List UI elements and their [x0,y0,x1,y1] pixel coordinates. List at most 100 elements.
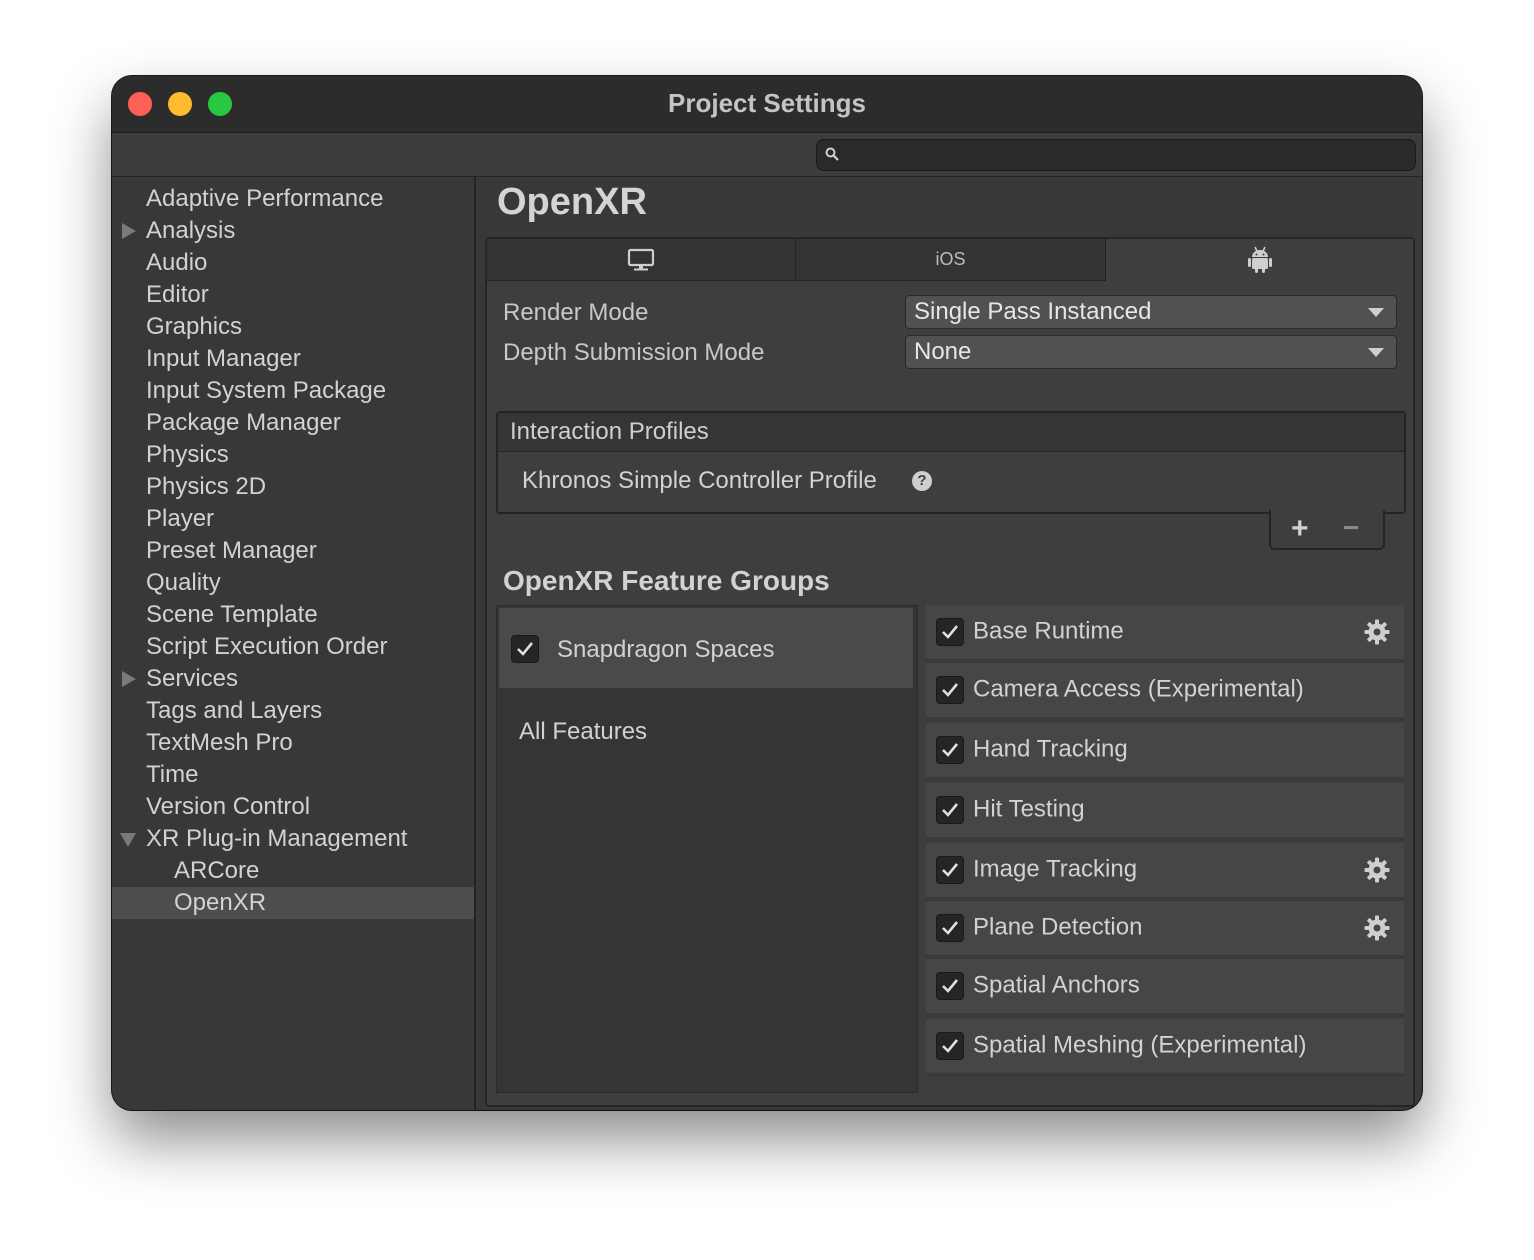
checkmark-icon [942,803,959,817]
checkbox[interactable] [511,635,539,663]
depth-submission-label: Depth Submission Mode [503,339,765,366]
sidebar-item-label: Quality [146,569,221,596]
sidebar-item-adaptive-performance[interactable]: Adaptive Performance [112,183,474,215]
sidebar-item-quality[interactable]: Quality [112,567,474,599]
platform-panel: iOS Render Mode Single Pass Instanced De… [485,237,1415,1107]
feature-label: Camera Access (Experimental) [973,675,1304,703]
sidebar-item-physics[interactable]: Physics [112,439,474,471]
feature-hit-testing: Hit Testing [926,783,1404,841]
sidebar-item-input-manager[interactable]: Input Manager [112,343,474,375]
feature-hand-tracking: Hand Tracking [926,723,1404,781]
sidebar-item-label: Graphics [146,313,243,340]
sidebar-item-scene-template[interactable]: Scene Template [112,599,474,631]
settings-sidebar: Adaptive Performance Analysis Audio Editor G… [112,177,476,1110]
interaction-profiles-list: Interaction Profiles Khronos Simple Cont… [496,411,1406,514]
sidebar-item-package-manager[interactable]: Package Manager [112,407,474,439]
sidebar-item-label: ARCore [174,857,260,884]
depth-submission-dropdown[interactable]: None [905,335,1397,369]
gear-icon[interactable] [1364,857,1390,883]
sidebar-item-textmesh-pro[interactable]: TextMesh Pro [112,727,474,759]
checkbox[interactable] [936,972,964,1000]
gear-icon[interactable] [1364,915,1390,941]
sidebar-item-label: Preset Manager [146,537,317,564]
sidebar-item-label: Version Control [146,793,311,820]
feature-label: Image Tracking [973,855,1138,883]
feature-groups-title: OpenXR Feature Groups [503,565,830,596]
sidebar-item-label: Physics [146,441,229,468]
interaction-profiles-title: Interaction Profiles [510,418,709,445]
search-input[interactable] [816,139,1416,171]
checkbox[interactable] [936,618,964,646]
sidebar-item-openxr[interactable]: OpenXR [112,887,474,919]
sidebar-item-label: Audio [146,249,208,276]
checkbox[interactable] [936,736,964,764]
sidebar-item-player[interactable]: Player [112,503,474,535]
android-icon [1247,246,1272,273]
feature-group-all-features[interactable]: All Features [499,690,913,750]
feature-groups-list: Snapdragon Spaces All Features [496,605,918,1093]
feature-spatial-anchors: Spatial Anchors [926,959,1404,1017]
main-content: OpenXR iOS Render Mode Single Pass Insta… [476,177,1422,1110]
window-title: Project Settings [668,88,866,118]
remove-profile-button[interactable]: − [1343,512,1359,544]
sidebar-item-version-control[interactable]: Version Control [112,791,474,823]
checkbox[interactable] [936,796,964,824]
sidebar-item-graphics[interactable]: Graphics [112,311,474,343]
feature-label: Spatial Meshing (Experimental) [973,1031,1307,1059]
sidebar-item-services[interactable]: Services [112,663,474,695]
feature-group-label: Snapdragon Spaces [557,636,775,663]
list-item[interactable]: Khronos Simple Controller Profile [522,467,877,495]
sidebar-item-preset-manager[interactable]: Preset Manager [112,535,474,567]
sidebar-item-physics-2d[interactable]: Physics 2D [112,471,474,503]
sidebar-item-label: Analysis [146,217,236,244]
expand-arrow-right-icon[interactable] [122,223,136,239]
sidebar-item-label: Tags and Layers [146,697,323,724]
add-profile-button[interactable]: + [1291,512,1309,546]
checkmark-icon [942,625,959,639]
gear-icon[interactable] [1364,619,1390,645]
sidebar-item-label: Script Execution Order [146,633,388,660]
sidebar-item-arcore[interactable]: ARCore [112,855,474,887]
feature-image-tracking: Image Tracking [926,843,1404,901]
depth-submission-value: None [914,338,972,365]
tab-ios-label: iOS [935,249,966,269]
feature-label: Base Runtime [973,617,1124,645]
checkmark-icon [942,863,959,877]
sidebar-item-label: Physics 2D [146,473,267,500]
feature-label: Spatial Anchors [973,971,1140,999]
checkmark-icon [942,683,959,697]
feature-group-snapdragon-spaces[interactable]: Snapdragon Spaces [499,608,913,688]
tab-ios[interactable]: iOS [796,239,1106,281]
tab-standalone[interactable] [487,239,796,281]
checkmark-icon [942,1039,959,1053]
feature-spatial-meshing-experimental: Spatial Meshing (Experimental) [926,1019,1404,1077]
expand-arrow-down-icon[interactable] [120,833,136,847]
sidebar-item-label: Editor [146,281,209,308]
expand-arrow-right-icon[interactable] [122,671,136,687]
sidebar-item-analysis[interactable]: Analysis [112,215,474,247]
sidebar-item-time[interactable]: Time [112,759,474,791]
checkbox[interactable] [936,914,964,942]
render-mode-label: Render Mode [503,299,649,326]
checkbox[interactable] [936,676,964,704]
checkbox[interactable] [936,856,964,884]
checkmark-icon [517,642,534,656]
sidebar-item-editor[interactable]: Editor [112,279,474,311]
sidebar-item-script-execution-order[interactable]: Script Execution Order [112,631,474,663]
list-add-remove: + − [1269,510,1385,550]
sidebar-item-label: Scene Template [146,601,318,628]
chevron-down-icon [1368,308,1384,317]
sidebar-item-audio[interactable]: Audio [112,247,474,279]
render-mode-dropdown[interactable]: Single Pass Instanced [905,295,1397,329]
sidebar-item-input-system-package[interactable]: Input System Package [112,375,474,407]
checkmark-icon [942,921,959,935]
titlebar: Project Settings [112,76,1422,133]
feature-label: Hand Tracking [973,735,1128,763]
tab-android[interactable] [1106,239,1413,280]
sidebar-item-label: Services [146,665,239,692]
sidebar-item-label: Input Manager [146,345,301,372]
sidebar-item-tags-and-layers[interactable]: Tags and Layers [112,695,474,727]
help-icon[interactable]: ? [912,471,932,491]
sidebar-item-xr-plug-in-management[interactable]: XR Plug-in Management [112,823,474,855]
checkbox[interactable] [936,1032,964,1060]
